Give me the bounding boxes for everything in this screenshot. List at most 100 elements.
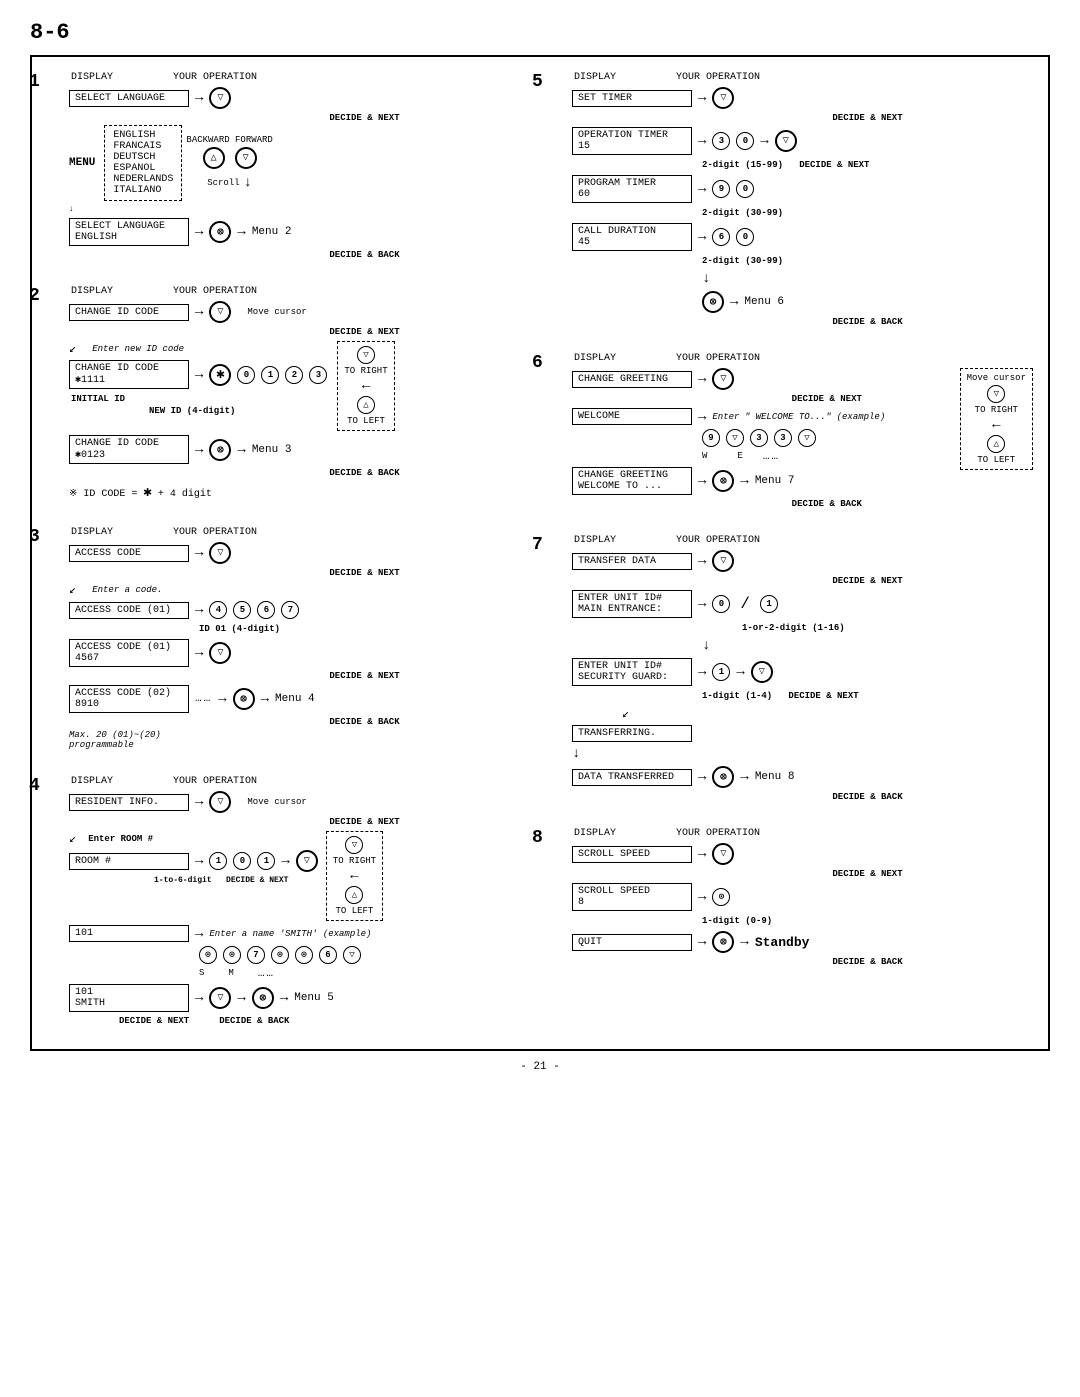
btn-4[interactable]: 4 bbox=[209, 601, 227, 619]
btn-s2[interactable]: ⊙ bbox=[223, 946, 241, 964]
btn-decide-back-1[interactable]: ⊗ bbox=[209, 221, 231, 243]
btn-decide-back-6[interactable]: ⊗ bbox=[712, 470, 734, 492]
standby-label: Standby bbox=[755, 935, 810, 950]
btn-forward[interactable]: ▽ bbox=[235, 147, 257, 169]
arrow-22: → bbox=[760, 133, 768, 149]
arrow-1: → bbox=[195, 90, 203, 106]
s-label: S bbox=[199, 968, 204, 980]
btn-dn2[interactable]: ▽ bbox=[798, 429, 816, 447]
btn-decide-next-7b[interactable]: ▽ bbox=[751, 661, 773, 683]
btn-s5[interactable]: ⊙ bbox=[295, 946, 313, 964]
btn-decide-next-4c[interactable]: ▽ bbox=[209, 987, 231, 1009]
display-header-2: DISPLAY bbox=[71, 286, 113, 297]
digit-label-7a: 1-or-2-digit (1-16) bbox=[742, 623, 845, 633]
btn-decide-next-5b[interactable]: ▽ bbox=[775, 130, 797, 152]
btn-down-cursor-6[interactable]: ▽ bbox=[987, 385, 1005, 403]
btn-0[interactable]: 0 bbox=[237, 366, 255, 384]
btn-decide-back-5[interactable]: ⊗ bbox=[702, 291, 724, 313]
btn-s7[interactable]: ▽ bbox=[343, 946, 361, 964]
btn-3b[interactable]: 3 bbox=[750, 429, 768, 447]
enter-new-id-label: Enter new ID code bbox=[92, 344, 184, 354]
display-access-code-01: ACCESS CODE (01) bbox=[69, 602, 189, 619]
btn-decide-back-4[interactable]: ⊗ bbox=[252, 987, 274, 1009]
section-6-headers: DISPLAY YOUR OPERATION bbox=[574, 353, 1033, 364]
btn-7[interactable]: 7 bbox=[281, 601, 299, 619]
section-3: 3 DISPLAY YOUR OPERATION ACCESS CODE → ▽… bbox=[47, 527, 530, 750]
row-welcome: WELCOME → Enter " WELCOME TO..." (exampl… bbox=[572, 408, 952, 463]
display-access-4567: ACCESS CODE (01)4567 bbox=[69, 639, 189, 667]
btn-s4[interactable]: ⊙ bbox=[271, 946, 289, 964]
btn-decide-back-8[interactable]: ⊗ bbox=[712, 931, 734, 953]
btn-up-cursor[interactable]: △ bbox=[357, 396, 375, 414]
label-decide-back-3: DECIDE & BACK bbox=[199, 717, 530, 727]
btn-decide-back-3[interactable]: ⊗ bbox=[233, 688, 255, 710]
btn-6[interactable]: 6 bbox=[257, 601, 275, 619]
btn-1[interactable]: 1 bbox=[261, 366, 279, 384]
display-header-5: DISPLAY bbox=[574, 72, 616, 83]
btn-1e[interactable]: 1 bbox=[712, 663, 730, 681]
display-call-duration: CALL DURATION45 bbox=[572, 223, 692, 251]
label-decide-next-4: DECIDE & NEXT bbox=[199, 817, 530, 827]
label-decide-next-7: DECIDE & NEXT bbox=[702, 576, 1033, 586]
btn-5[interactable]: 5 bbox=[233, 601, 251, 619]
btn-3a[interactable]: 3 bbox=[712, 132, 730, 150]
to-right-label-6: TO RIGHT bbox=[975, 405, 1018, 415]
btn-1c[interactable]: 1 bbox=[257, 852, 275, 870]
btn-decide-back-7[interactable]: ⊗ bbox=[712, 766, 734, 788]
btn-9b[interactable]: 9 bbox=[702, 429, 720, 447]
btn-down-cursor-4[interactable]: ▽ bbox=[345, 836, 363, 854]
section-6-content: CHANGE GREETING → ▽ DECIDE & NEXT WELCOM… bbox=[572, 368, 1033, 509]
btn-s1[interactable]: ⊙ bbox=[199, 946, 217, 964]
btn-decide-next-3[interactable]: ▽ bbox=[209, 542, 231, 564]
btn-0d[interactable]: 0 bbox=[736, 180, 754, 198]
section-7: 7 DISPLAY YOUR OPERATION TRANSFER DATA →… bbox=[550, 535, 1033, 802]
btn-decide-next-1[interactable]: ▽ bbox=[209, 87, 231, 109]
arrow-33: → bbox=[736, 664, 744, 680]
btn-backward[interactable]: △ bbox=[203, 147, 225, 169]
btn-decide-next-6[interactable]: ▽ bbox=[712, 368, 734, 390]
section-2-headers: DISPLAY YOUR OPERATION bbox=[71, 286, 530, 297]
btn-dn[interactable]: ▽ bbox=[726, 429, 744, 447]
btn-1d[interactable]: 1 bbox=[760, 595, 778, 613]
lang-italiano: ITALIANO bbox=[113, 185, 173, 196]
arrow-32: → bbox=[698, 664, 706, 680]
btn-3c[interactable]: 3 bbox=[774, 429, 792, 447]
display-prog-timer: PROGRAM TIMER60 bbox=[572, 175, 692, 203]
btn-decide-next-3b[interactable]: ▽ bbox=[209, 642, 231, 664]
btn-scroll-digit[interactable]: ⊙ bbox=[712, 888, 730, 906]
menu-3-label: Menu 3 bbox=[252, 444, 292, 456]
btn-down-cursor[interactable]: ▽ bbox=[357, 346, 375, 364]
to-right-label: TO RIGHT bbox=[344, 366, 387, 376]
btn-2[interactable]: 2 bbox=[285, 366, 303, 384]
btn-9a[interactable]: 9 bbox=[712, 180, 730, 198]
btn-3[interactable]: 3 bbox=[309, 366, 327, 384]
btn-s3[interactable]: 7 bbox=[247, 946, 265, 964]
btn-1b[interactable]: 1 bbox=[209, 852, 227, 870]
btn-decide-next-2[interactable]: ▽ bbox=[209, 301, 231, 323]
btn-0b[interactable]: 0 bbox=[233, 852, 251, 870]
menu-6-label: Menu 6 bbox=[744, 296, 784, 308]
arrow-down-7: ↓ bbox=[702, 638, 710, 654]
btn-decide-next-4[interactable]: ▽ bbox=[209, 791, 231, 813]
btn-0c[interactable]: 0 bbox=[736, 132, 754, 150]
btn-decide-next-8[interactable]: ▽ bbox=[712, 843, 734, 865]
btn-6a[interactable]: 6 bbox=[712, 228, 730, 246]
btn-up-cursor-6[interactable]: △ bbox=[987, 435, 1005, 453]
btn-0f[interactable]: 0 bbox=[712, 595, 730, 613]
btn-star[interactable]: ✱ bbox=[209, 364, 231, 386]
btn-decide-back-2[interactable]: ⊗ bbox=[209, 439, 231, 461]
btn-decide-next-7[interactable]: ▽ bbox=[712, 550, 734, 572]
menu-label: MENU bbox=[69, 157, 95, 169]
page-title: 8-6 bbox=[30, 20, 1050, 45]
btn-s6[interactable]: 6 bbox=[319, 946, 337, 964]
section-1-headers: DISPLAY YOUR OPERATION bbox=[71, 72, 530, 83]
display-set-timer: SET TIMER bbox=[572, 90, 692, 107]
row-scroll-speed-8: SCROLL SPEED8 → ⊙ 1-digit (0-9) bbox=[572, 883, 1033, 927]
btn-up-cursor-4[interactable]: △ bbox=[345, 886, 363, 904]
label-decide-next-8: DECIDE & NEXT bbox=[702, 869, 1033, 879]
btn-decide-next-5[interactable]: ▽ bbox=[712, 87, 734, 109]
btn-decide-next-4b[interactable]: ▽ bbox=[296, 850, 318, 872]
menu-4-label: Menu 4 bbox=[275, 693, 315, 705]
display-resident-info: RESIDENT INFO. bbox=[69, 794, 189, 811]
btn-0e[interactable]: 0 bbox=[736, 228, 754, 246]
